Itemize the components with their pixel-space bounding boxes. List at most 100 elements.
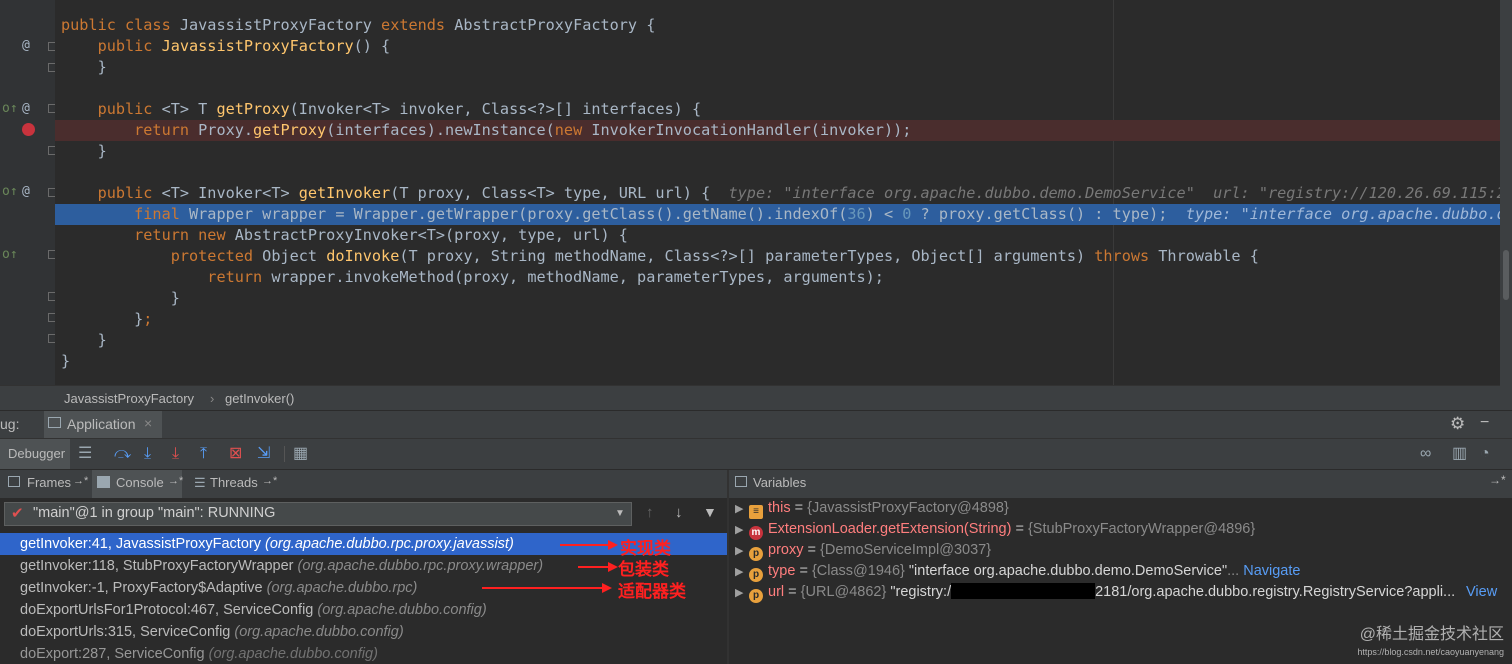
breakpoint-line: return Proxy.getProxy(interfaces).newIns… [55,120,1500,141]
annotation-adaptive-class: 适配器类 [618,582,686,601]
console-icon [97,476,110,488]
annotation-arrowhead [608,540,618,550]
implements-icon[interactable]: o↑ [2,247,18,262]
pin-icon[interactable]: →* [262,475,277,487]
pin-icon[interactable]: →* [73,475,88,487]
step-over-icon[interactable]: ⤼ [114,445,131,463]
drop-frame-icon[interactable]: ⊠ [229,445,242,463]
expand-arrow-icon[interactable]: ▶ [735,541,749,562]
expand-arrow-icon[interactable]: ▶ [735,520,749,541]
evaluate-expression-icon[interactable]: ▦ [293,445,308,463]
threads-icon: ☰ [194,475,206,490]
tab-console[interactable]: Console [116,475,164,490]
code-line: }; [61,310,153,328]
memory-icon[interactable]: ◔ [1480,445,1490,463]
frames-icon [8,476,20,487]
param-icon: p [749,568,763,582]
editor-gutter: @ o↑ @ o↑ @ o↑ [0,0,57,385]
breadcrumb: JavassistProxyFactory › getInvoker() [0,385,1500,411]
application-icon [48,417,61,428]
code-editor[interactable]: public class JavassistProxyFactory exten… [55,0,1500,385]
param-icon: p [749,547,763,561]
redaction-block [951,583,1096,599]
code-line: protected Object doInvoke(T proxy, Strin… [61,247,1259,265]
gear-icon[interactable]: ⚙ [1450,414,1465,434]
annotation-arrowhead [602,583,612,593]
debugger-toolbar: Debugger ☰ ⤼ ⤓ ⤓ ⤒ ⊠ ⇲ ▦ ∞ ▥ ◔ [0,438,1512,469]
debug-tool-window-header: ug: Application × ⚙ − [0,410,1512,439]
expand-arrow-icon[interactable]: ▶ [735,499,749,520]
variables-icon [735,476,747,487]
code-line: } [61,352,71,370]
view-link[interactable]: View [1466,582,1497,603]
frame-row[interactable]: doExportUrls:315, ServiceConfig (org.apa… [0,621,727,643]
variable-row[interactable]: ▶ p url = {URL@4862} "registry:/2181/org.a… [729,582,1512,603]
watermark-url: https://blog.csdn.net/caoyuanyenang [1357,647,1504,657]
expand-arrow-icon[interactable]: ▶ [735,562,749,583]
tab-application-label[interactable]: Application [67,416,136,432]
minimize-icon[interactable]: − [1480,414,1489,432]
restore-layout-icon[interactable]: ☰ [78,445,92,463]
right-tool-strip [1500,0,1512,410]
override-icon: @ [22,38,30,53]
chevron-down-icon: ▼ [615,508,625,519]
implements-icon[interactable]: o↑ [2,101,18,116]
implements-icon[interactable]: o↑ [2,184,18,199]
watches-icon[interactable]: ∞ [1420,445,1431,463]
step-into-icon[interactable]: ⤓ [144,445,151,463]
method-icon: m [749,526,763,540]
chevron-right-icon: › [210,391,215,406]
filter-icon[interactable]: ▼ [703,504,717,520]
code-line: public JavassistProxyFactory() { [61,37,391,55]
toolbar-separator [284,446,285,462]
debug-label: ug: [0,416,20,432]
breakpoint-icon[interactable] [22,123,35,136]
code-line: public <T> Invoker<T> getInvoker(T proxy… [61,184,1500,202]
close-icon[interactable]: × [144,415,152,431]
expand-arrow-icon[interactable]: ▶ [735,583,749,604]
override-icon: @ [22,184,30,199]
thread-selector[interactable]: ✔ "main"@1 in group "main": RUNNING ▼ [4,502,632,526]
breadcrumb-method[interactable]: getInvoker() [225,386,294,411]
annotation-arrowhead [608,562,618,572]
override-icon: @ [22,101,30,116]
execution-point-line: final Wrapper wrapper = Wrapper.getWrapp… [55,204,1500,225]
code-line: return new AbstractProxyInvoker<T>(proxy… [61,226,628,244]
breadcrumb-class[interactable]: JavassistProxyFactory [64,386,194,411]
fields-icon: ≡ [749,505,763,519]
variable-row[interactable]: ▶ m ExtensionLoader.getExtension(String) =… [729,519,1255,540]
thread-selector-value: "main"@1 in group "main": RUNNING [33,505,276,521]
frames-panel: ✔ "main"@1 in group "main": RUNNING ▼ ↑ … [0,498,727,664]
navigate-link[interactable]: Navigate [1243,563,1300,579]
code-line: return wrapper.invokeMethod(proxy, metho… [61,268,884,286]
code-line: public <T> T getProxy(Invoker<T> invoker… [61,100,702,118]
pin-icon[interactable]: →* [1489,473,1506,487]
checkmark-icon: ✔ [11,505,24,522]
code-line: } [61,289,180,307]
annotation-arrow [578,566,610,568]
annotation-arrow [482,587,604,589]
arrow-down-icon[interactable]: ↓ [675,504,683,521]
force-step-into-icon[interactable]: ⤓ [172,445,179,463]
watermark: @稀土掘金技术社区 [1359,626,1504,643]
variable-row[interactable]: ▶ ≡ this = {JavassistProxyFactory@4898} [729,498,1009,519]
step-out-icon[interactable]: ⤒ [200,445,207,463]
code-line: public class JavassistProxyFactory exten… [61,16,656,34]
layout-icon[interactable]: ▥ [1452,445,1467,463]
code-line: } [61,58,107,76]
annotation-arrow [560,544,610,546]
variables-title: Variables [753,475,807,490]
frame-row[interactable]: doExportUrlsFor1Protocol:467, ServiceCon… [0,599,727,621]
arrow-up-icon[interactable]: ↑ [646,504,654,521]
code-line: } [61,331,107,349]
tab-threads[interactable]: Threads [210,475,258,490]
pin-icon[interactable]: →* [168,475,183,487]
run-to-cursor-icon[interactable]: ⇲ [257,445,270,463]
frame-row[interactable]: doExport:287, ServiceConfig (org.apache.… [0,643,727,664]
tab-frames[interactable]: Frames [27,475,71,490]
tab-debugger-label[interactable]: Debugger [8,446,65,461]
param-icon: p [749,589,763,603]
variable-row[interactable]: ▶ p proxy = {DemoServiceImpl@3037} [729,540,991,561]
variable-row[interactable]: ▶ p type = {Class@1946} "interface org.apa… [729,561,1300,582]
editor-scrollbar[interactable] [1503,250,1509,300]
